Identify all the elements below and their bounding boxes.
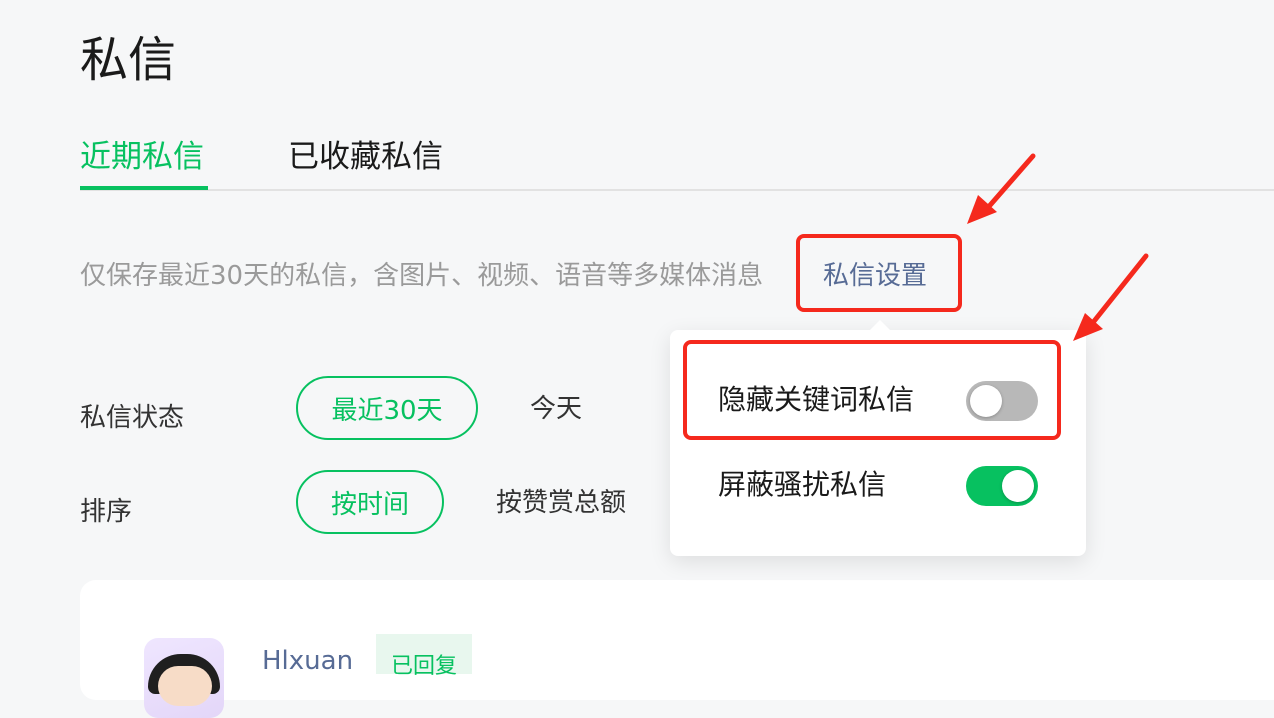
annotation-arrows [967, 153, 1149, 341]
arrow-to-toggle [1073, 253, 1149, 341]
arrow-to-settings [967, 153, 1036, 224]
